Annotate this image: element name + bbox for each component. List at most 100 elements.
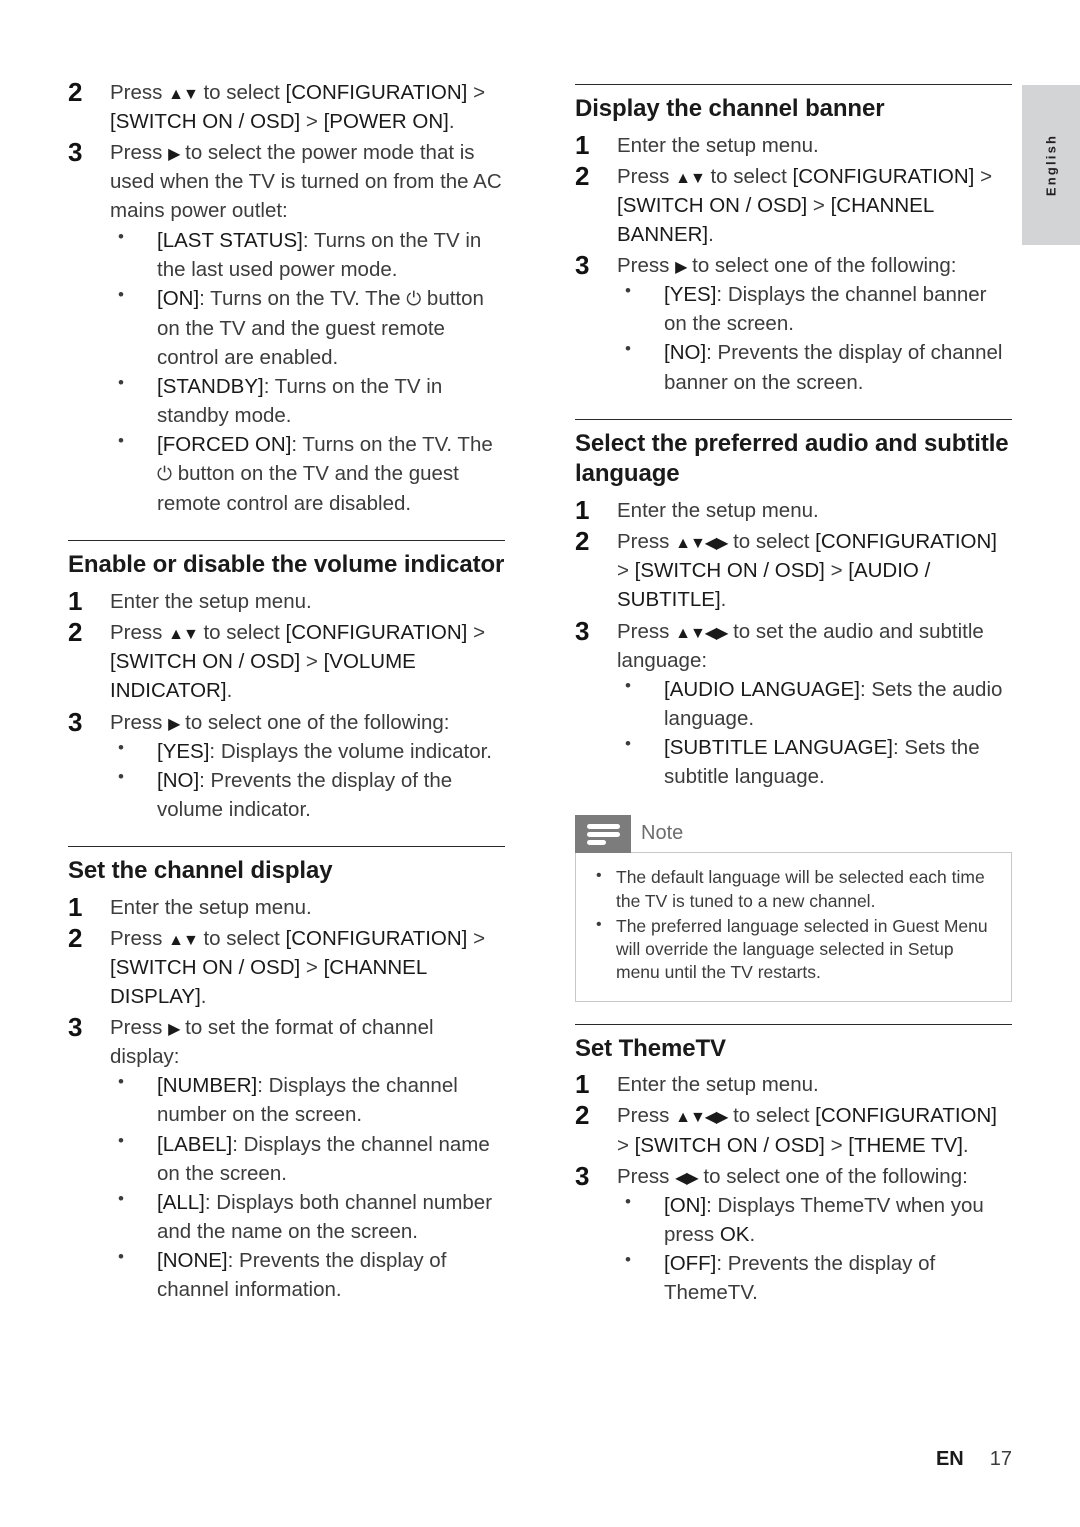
numbered-step-item: 3 Press ▶ to select one of the following:… xyxy=(575,250,1012,397)
option-bullet-item: [SUBTITLE LANGUAGE]: Sets the subtitle l… xyxy=(617,732,1012,791)
numbered-step-item: 2 Press ▲▼◀▶ to select [CONFIGURATION] > … xyxy=(575,526,1012,614)
option-bullet-item: [NUMBER]: Displays the channel number on… xyxy=(110,1070,505,1129)
section-divider xyxy=(68,540,505,542)
option-bullet-item: [STANDBY]: Turns on the TV in standby mo… xyxy=(110,371,505,430)
step-text: Press ◀▶ to select one of the following: xyxy=(617,1164,968,1188)
numbered-step-item: 2 Press ▲▼ to select [CONFIGURATION] > [S… xyxy=(68,617,505,705)
step-text: Press ▶ to set the format of channel dis… xyxy=(110,1016,434,1069)
option-bullet-item: [AUDIO LANGUAGE]: Sets the audio languag… xyxy=(617,674,1012,733)
option-bullet-item: [OFF]: Prevents the display of ThemeTV. xyxy=(617,1248,1012,1307)
step-number: 2 xyxy=(68,617,83,648)
option-bullet-list: [YES]: Displays the channel banner on th… xyxy=(617,279,1012,396)
option-bullet-item: [NO]: Prevents the display of channel ba… xyxy=(617,337,1012,396)
note-lines-icon xyxy=(587,824,620,848)
section-divider xyxy=(575,84,1012,85)
note-label: Note xyxy=(641,822,684,845)
option-bullet-list: [YES]: Displays the volume indicator.[NO… xyxy=(110,736,505,824)
step-text: Enter the setup menu. xyxy=(617,499,819,523)
step-number: 1 xyxy=(575,495,590,526)
option-bullet-item: [ALL]: Displays both channel number and … xyxy=(110,1187,505,1246)
section-divider xyxy=(575,1023,1012,1025)
option-bullet-item: [FORCED ON]: Turns on the TV. The ⏻ butt… xyxy=(110,429,505,518)
numbered-step-item: 1 Enter the setup menu. xyxy=(575,1069,1012,1100)
step-text: Enter the setup menu. xyxy=(110,895,312,919)
step-number: 3 xyxy=(68,1012,83,1043)
language-side-tab: English xyxy=(1022,85,1080,245)
step-text: Press ▶ to select one of the following: xyxy=(110,710,450,734)
step-number: 3 xyxy=(68,706,83,737)
note-item: The preferred language selected in Guest… xyxy=(592,914,995,985)
section-display-the-channel-banner: Display the channel banner 1 Enter the set… xyxy=(575,84,1012,397)
option-bullet-item: [LAST STATUS]: Turns on the TV in the la… xyxy=(110,225,505,284)
numbered-step-item: 3 Press ◀▶ to select one of the following… xyxy=(575,1160,1012,1308)
numbered-step-list: 1 Enter the setup menu. 2 Press ▲▼◀▶ to sel… xyxy=(575,1069,1012,1308)
option-bullet-list: [LAST STATUS]: Turns on the TV in the la… xyxy=(110,225,505,519)
footer-page-number: 17 xyxy=(989,1448,1012,1470)
step-number: 1 xyxy=(575,129,590,160)
numbered-step-item: 3 Press ▶ to set the format of channel di… xyxy=(68,1012,505,1304)
step-number: 1 xyxy=(575,1069,590,1100)
step-text: Press ▲▼◀▶ to select [CONFIGURATION] > [… xyxy=(617,530,997,612)
step-text: Press ▶ to select one of the following: xyxy=(617,254,957,278)
section-heading: Enable or disable the volume indicator xyxy=(68,551,505,579)
numbered-step-list: 1 Enter the setup menu. 2 Press ▲▼ to selec… xyxy=(68,892,505,1305)
step-number: 2 xyxy=(575,1100,590,1131)
option-bullet-list: [AUDIO LANGUAGE]: Sets the audio languag… xyxy=(617,674,1012,791)
step-number: 3 xyxy=(68,137,83,168)
numbered-step-list: 1 Enter the setup menu. 2 Press ▲▼ to selec… xyxy=(68,586,505,824)
section-heading: Set the channel display xyxy=(68,856,333,884)
option-bullet-item: [ON]: Turns on the TV. The ⏻ button on t… xyxy=(110,283,505,372)
option-bullet-item: [ON]: Displays ThemeTV when you press OK… xyxy=(617,1190,1012,1249)
step-text: Enter the setup menu. xyxy=(617,133,819,157)
section-enable-or-disable-the-volume-indicator: Enable or disable the volume indicator 1 E… xyxy=(68,540,505,824)
section-heading: Select the preferred audio and subtitle … xyxy=(575,429,1009,488)
footer-language-code: EN xyxy=(935,1448,964,1470)
numbered-step-item: 1 Enter the setup menu. xyxy=(68,892,505,922)
numbered-step-item: 3 Press ▶ to select one of the following:… xyxy=(68,706,505,824)
section-select-the-preferred-audio-and-subtitle-lang: Select the preferred audio and subtitle … xyxy=(575,418,1012,792)
option-bullet-item: [YES]: Displays the channel banner on th… xyxy=(617,279,1012,338)
step-number: 2 xyxy=(575,526,590,557)
option-bullet-item: [LABEL]: Displays the channel name on th… xyxy=(110,1129,505,1188)
step-number: 2 xyxy=(68,77,83,107)
numbered-step-list: 1 Enter the setup menu. 2 Press ▲▼ to selec… xyxy=(575,129,1012,397)
option-bullet-item: [NO]: Prevents the display of the volume… xyxy=(110,765,505,824)
step-number: 3 xyxy=(575,615,590,646)
note-tab: Note xyxy=(575,815,683,854)
section-set-themetv: Set ThemeTV 1 Enter the setup menu. 2 Press … xyxy=(575,1023,1012,1308)
right-column: Display the channel banner 1 Enter the set… xyxy=(575,0,1012,1309)
step-text: Press ▲▼◀▶ to set the audio and subtitle… xyxy=(617,619,984,672)
page-footer: EN 17 xyxy=(0,1448,1012,1471)
option-bullet-list: [NUMBER]: Displays the channel number on… xyxy=(110,1070,505,1304)
section-set-the-channel-display: Set the channel display 1 Enter the setup … xyxy=(68,845,505,1305)
section-heading: Display the channel banner xyxy=(575,95,885,122)
step-number: 1 xyxy=(68,586,83,617)
language-side-tab-label: English xyxy=(1043,133,1059,197)
step-text: Enter the setup menu. xyxy=(110,590,312,614)
step-number: 2 xyxy=(575,160,590,191)
step-text: Press ▲▼ to select [CONFIGURATION] > [SW… xyxy=(110,926,486,1008)
numbered-step-item: 2 Press ▲▼ to select [CONFIGURATION] > [S… xyxy=(68,77,505,136)
numbered-step-item: 3 Press ▶ to select the power mode that i… xyxy=(68,137,505,519)
note-callout: Note The default language will be selecte… xyxy=(575,815,1012,1002)
step-number: 3 xyxy=(575,250,590,281)
step-text: Press ▲▼ to select [CONFIGURATION] > [SW… xyxy=(110,81,486,134)
numbered-step-item: 1 Enter the setup menu. xyxy=(575,129,1012,160)
numbered-step-item: 3 Press ▲▼◀▶ to set the audio and subtitl… xyxy=(575,615,1012,792)
option-bullet-list: [ON]: Displays ThemeTV when you press OK… xyxy=(617,1190,1012,1307)
left-column: 2 Press ▲▼ to select [CONFIGURATION] > [S… xyxy=(68,0,505,1306)
numbered-step-item: 2 Press ▲▼ to select [CONFIGURATION] > [S… xyxy=(575,160,1012,249)
continued-procedure: 2 Press ▲▼ to select [CONFIGURATION] > [S… xyxy=(68,77,505,519)
section-divider xyxy=(68,845,505,847)
numbered-step-item: 2 Press ▲▼ to select [CONFIGURATION] > [S… xyxy=(68,923,505,1011)
step-text: Press ▲▼ to select [CONFIGURATION] > [SW… xyxy=(110,621,486,703)
step-text: Press ▶ to select the power mode that is… xyxy=(110,141,502,223)
note-item-list: The default language will be selected ea… xyxy=(592,865,995,985)
section-heading: Set ThemeTV xyxy=(575,1034,726,1062)
option-bullet-item: [YES]: Displays the volume indicator. xyxy=(110,736,505,766)
numbered-step-item: 2 Press ▲▼◀▶ to select [CONFIGURATION] > … xyxy=(575,1100,1012,1159)
note-body: The default language will be selected ea… xyxy=(575,852,1012,1002)
note-item: The default language will be selected ea… xyxy=(592,865,995,913)
step-number: 3 xyxy=(575,1160,590,1191)
step-text: Press ▲▼ to select [CONFIGURATION] > [SW… xyxy=(617,164,993,247)
